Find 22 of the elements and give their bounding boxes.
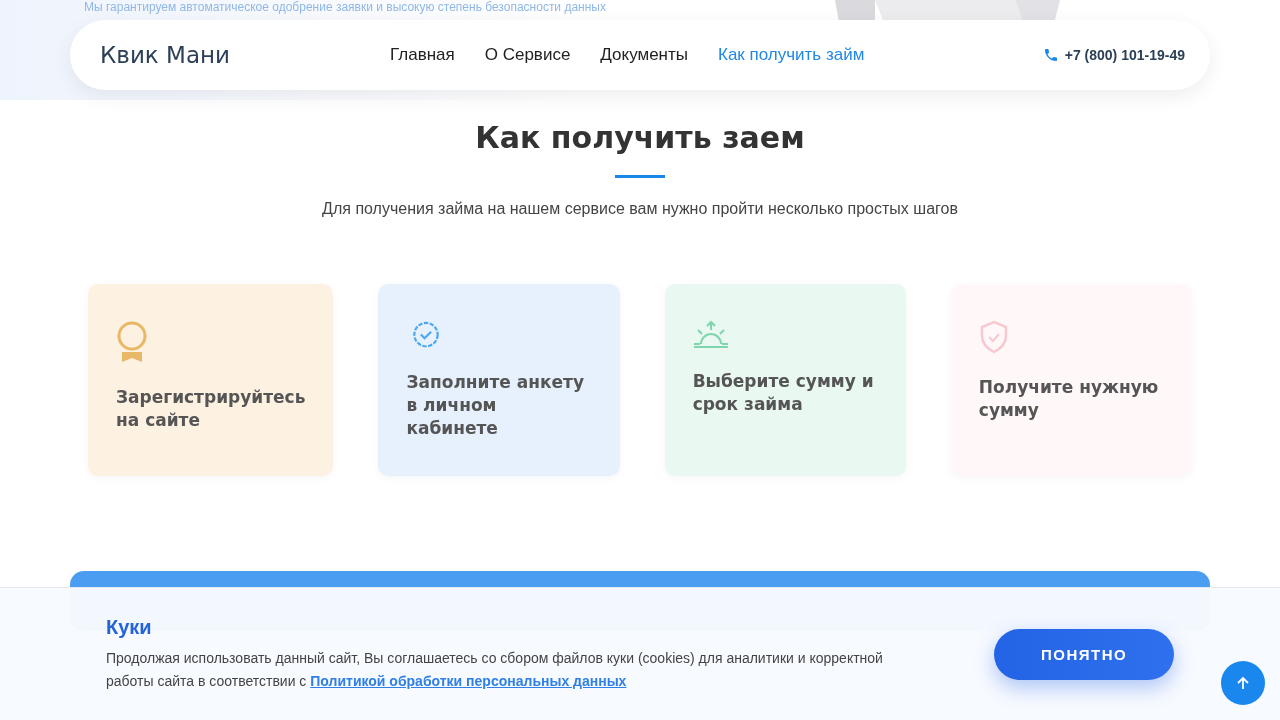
award-icon [116,320,148,364]
shield-icon [978,320,1009,354]
step-text: Получите нужную сумму [978,376,1160,422]
nav-link[interactable]: Главная [390,45,455,65]
nav-link[interactable]: Как получить займ [718,45,865,65]
sunrise-icon [692,320,729,348]
policy-link[interactable]: Политикой обработки персональных данных [310,672,627,689]
phone-link[interactable]: +7 (800) 101-19-49 [1064,47,1185,63]
section-subtitle: Для получения займа на нашем сервисе вам нужно пройти несколько простых шагов [322,200,958,218]
tagline: Мы гарантируем автоматическое одобрение заявки и высокую степень безопасности данных [84,0,606,14]
step-text: Зарегистрируйтесь на сайте [116,386,306,432]
nav-link[interactable]: Документы [600,45,688,65]
phone-icon [1042,47,1059,63]
accept-button[interactable]: ПОНЯТНО [994,628,1174,680]
cookie-title: Куки [106,615,153,639]
nav-link[interactable]: О Сервисе [484,45,571,65]
section-title: Как получить заем [475,120,805,155]
step-text: Выберите сумму и срок займа [692,370,875,416]
arrow-up-icon [1236,676,1250,690]
cookie-text: Продолжая использовать данный сайт, Вы соглашаетесь со сбором файлов куки (cookies) для аналитики и корректной работы сайта в соответствии с Политикой обработки персональных данных [106,648,884,691]
logo[interactable]: Квик Мани [100,42,380,68]
step-text: Заполните анкету в личном кабинете [406,371,586,440]
